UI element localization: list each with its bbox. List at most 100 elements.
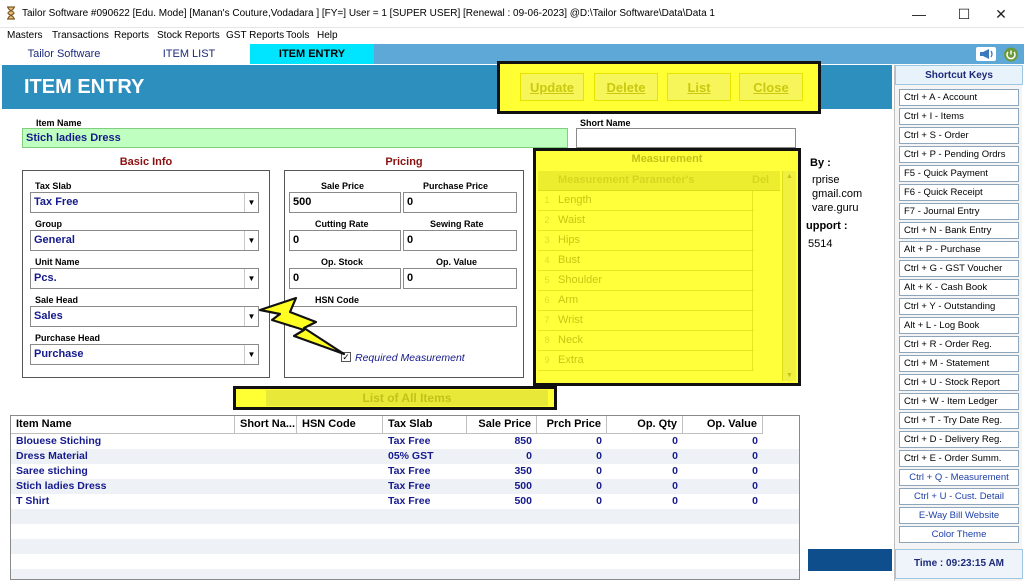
sale-price-label: Sale Price [321,181,365,191]
menu-tools[interactable]: Tools [286,30,309,41]
sale-head-select[interactable]: Sales ▼ [30,306,259,327]
chevron-down-icon: ▼ [244,269,258,288]
shortcut-order[interactable]: Ctrl + S - Order [899,127,1019,144]
measurement-row[interactable]: 1 Length [538,191,754,211]
measurement-param-header: Measurement Parameter's [558,174,695,186]
delete-button[interactable]: Delete [594,73,658,101]
table-row[interactable]: T Shirt Tax Free 500 0 0 0 [11,494,799,509]
shortcut-gst-voucher[interactable]: Ctrl + G - GST Voucher [899,260,1019,277]
op-stock-input[interactable]: 0 [289,268,401,289]
table-row[interactable]: Saree stiching Tax Free 350 0 0 0 [11,464,799,479]
shortcut-journal-entry[interactable]: F7 - Journal Entry [899,203,1019,220]
group-select[interactable]: General ▼ [30,230,259,251]
minimize-button[interactable]: — [904,4,934,24]
close-window-button[interactable]: ✕ [986,4,1016,24]
menu-masters[interactable]: Masters [7,30,43,41]
shortcut-log-book[interactable]: Alt + L - Log Book [899,317,1019,334]
sale-head-label: Sale Head [35,295,79,305]
shortcut-try-date-reg[interactable]: Ctrl + T - Try Date Reg. [899,412,1019,429]
info-support: upport : [806,220,848,232]
tab-tailor-software[interactable]: Tailor Software [0,44,128,64]
megaphone-icon[interactable] [975,46,997,62]
col-op-qty[interactable]: Op. Qty [607,416,683,434]
table-row[interactable]: Blouese Stiching Tax Free 850 0 0 0 [11,434,799,449]
menu-stock-reports[interactable]: Stock Reports [157,30,220,41]
purchase-head-select[interactable]: Purchase ▼ [30,344,259,365]
scroll-up-icon[interactable]: ▲ [786,173,793,180]
measurement-row[interactable]: 7 Wrist [538,311,754,331]
cutting-rate-input[interactable]: 0 [289,230,401,251]
shortcut-panel: Shortcut Keys Ctrl + A - Account Ctrl + … [894,65,1023,581]
table-row-empty [11,554,799,569]
shortcut-cash-book[interactable]: Alt + K - Cash Book [899,279,1019,296]
shortcut-account[interactable]: Ctrl + A - Account [899,89,1019,106]
measurement-row[interactable]: 4 Bust [538,251,754,271]
update-button[interactable]: Update [520,73,584,101]
measurement-row[interactable]: 6 Arm [538,291,754,311]
col-sale-price[interactable]: Sale Price [467,416,537,434]
shortcut-purchase[interactable]: Alt + P - Purchase [899,241,1019,258]
shortcut-stock-report[interactable]: Ctrl + U - Stock Report [899,374,1019,391]
short-name-input[interactable] [576,128,796,148]
title-bar: Tailor Software #090622 [Edu. Mode] [Man… [0,0,1024,28]
purchase-price-label: Purchase Price [423,181,489,191]
shortcut-quick-payment[interactable]: F5 - Quick Payment [899,165,1019,182]
close-button[interactable]: Close [739,73,803,101]
shortcut-measurement[interactable]: Ctrl + Q - Measurement [899,469,1019,486]
measurement-row[interactable]: 5 Shoulder [538,271,754,291]
menu-transactions[interactable]: Transactions [52,30,109,41]
info-line-5: 5514 [808,238,833,250]
tax-slab-select[interactable]: Tax Free ▼ [30,192,259,213]
list-button[interactable]: List [667,73,731,101]
shortcut-items[interactable]: Ctrl + I - Items [899,108,1019,125]
shortcut-item-ledger[interactable]: Ctrl + W - Item Ledger [899,393,1019,410]
measurement-row[interactable]: 3 Hips [538,231,754,251]
shortcut-order-summ[interactable]: Ctrl + E - Order Summ. [899,450,1019,467]
maximize-button[interactable]: ☐ [949,4,979,24]
chevron-down-icon: ▼ [244,231,258,250]
measurement-row[interactable]: 2 Waist [538,211,754,231]
shortcut-statement[interactable]: Ctrl + M - Statement [899,355,1019,372]
col-prch-price[interactable]: Prch Price [537,416,607,434]
shortcut-quick-receipt[interactable]: F6 - Quick Receipt [899,184,1019,201]
info-line-3: vare.guru [812,202,859,214]
shortcut-delivery-reg[interactable]: Ctrl + D - Delivery Reg. [899,431,1019,448]
shortcut-order-reg[interactable]: Ctrl + R - Order Reg. [899,336,1019,353]
sale-price-input[interactable]: 500 [289,192,401,213]
scroll-down-icon[interactable]: ▼ [786,372,793,379]
col-short-name[interactable]: Short Na... [235,416,297,434]
col-tax-slab[interactable]: Tax Slab [383,416,467,434]
chevron-down-icon: ▼ [244,193,258,212]
table-row[interactable]: Dress Material 05% GST 0 0 0 0 [11,449,799,464]
op-value-input[interactable]: 0 [403,268,517,289]
shortcut-color-theme[interactable]: Color Theme [899,526,1019,543]
sewing-rate-input[interactable]: 0 [403,230,517,251]
menu-gst-reports[interactable]: GST Reports [226,30,284,41]
shortcut-heading: Shortcut Keys [895,65,1023,85]
measurement-row[interactable]: 9 Extra [538,351,754,371]
shortcut-outstanding[interactable]: Ctrl + Y - Outstanding [899,298,1019,315]
col-op-value[interactable]: Op. Value [683,416,763,434]
purchase-price-input[interactable]: 0 [403,192,517,213]
col-hsn-code[interactable]: HSN Code [297,416,383,434]
menu-help[interactable]: Help [317,30,338,41]
shortcut-pending-orders[interactable]: Ctrl + P - Pending Ordrs [899,146,1019,163]
menu-reports[interactable]: Reports [114,30,149,41]
tab-item-entry[interactable]: ITEM ENTRY [250,44,374,64]
tab-item-list[interactable]: ITEM LIST [128,44,250,64]
unit-name-select[interactable]: Pcs. ▼ [30,268,259,289]
shortcut-cust-detail[interactable]: Ctrl + U - Cust. Detail [899,488,1019,505]
shortcut-eway-bill[interactable]: E-Way Bill Website [899,507,1019,524]
item-name-input[interactable]: Stich ladies Dress [22,128,568,148]
measurement-panel: Measurement Measurement Parameter's Del … [533,148,801,386]
power-icon[interactable] [1003,47,1019,62]
measurement-scrollbar[interactable]: ▲ ▼ [782,171,796,381]
list-heading-band: List of All Items [233,386,557,410]
purchase-head-label: Purchase Head [35,333,101,343]
table-row[interactable]: Stich ladies Dress Tax Free 500 0 0 0 [11,479,799,494]
shortcut-bank-entry[interactable]: Ctrl + N - Bank Entry [899,222,1019,239]
status-bar [808,549,892,571]
measurement-row[interactable]: 8 Neck [538,331,754,351]
info-line-2: gmail.com [812,188,863,200]
col-item-name[interactable]: Item Name [11,416,235,434]
